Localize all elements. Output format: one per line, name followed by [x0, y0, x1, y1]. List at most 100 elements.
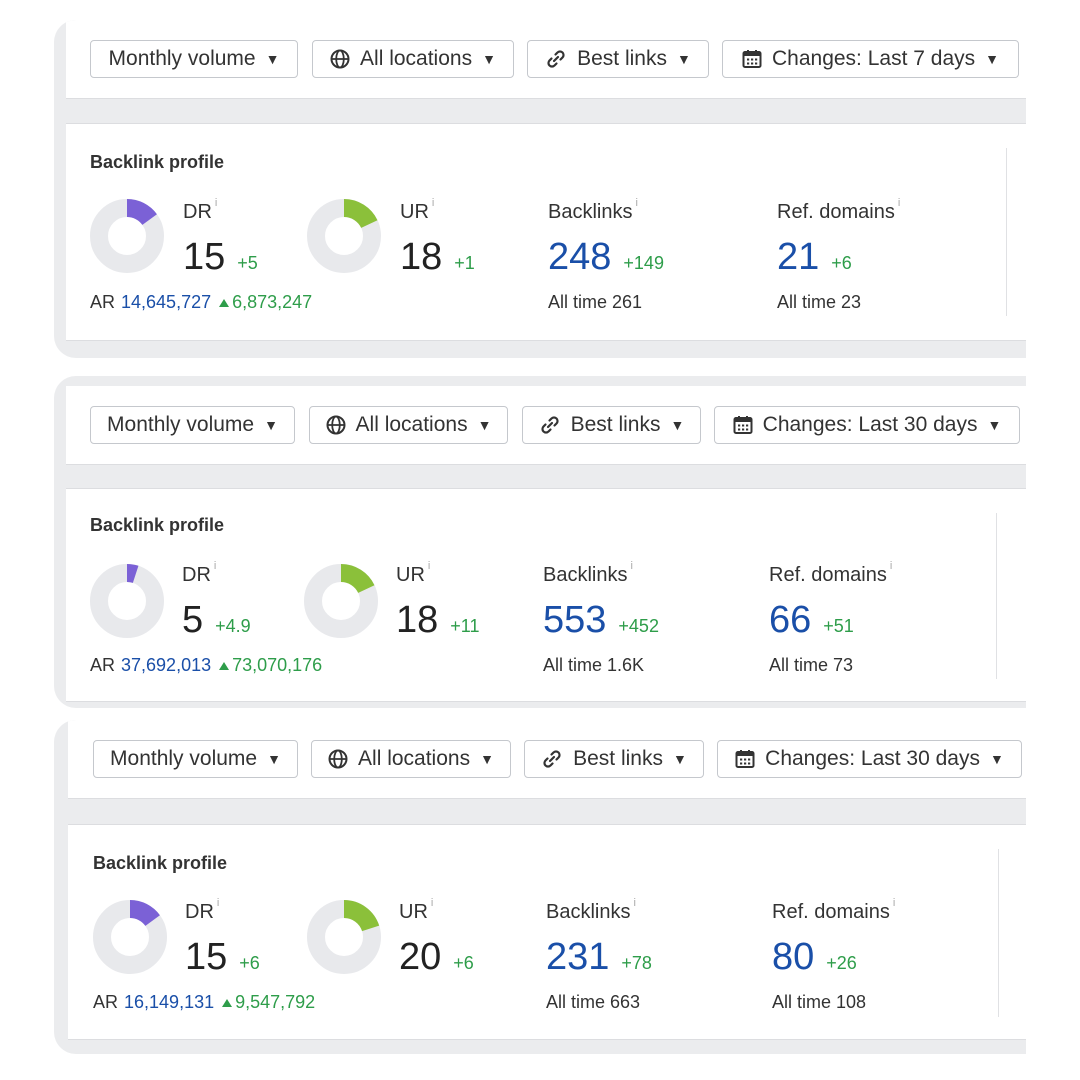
- caret-down-icon: ▼: [989, 751, 1004, 767]
- caret-down-icon: ▼: [477, 417, 492, 433]
- donut-fill-arc: [126, 564, 139, 584]
- info-icon[interactable]: i: [630, 560, 632, 572]
- dr-value: 15: [185, 936, 228, 978]
- best-links-dropdown[interactable]: Best links ▼: [522, 406, 701, 444]
- filter-toolbar: Monthly volume ▼ All locations ▼ Best li…: [66, 20, 1026, 99]
- ar-row: AR 16,149,131 9,547,792: [93, 992, 316, 1012]
- backlinks-value-row: 231 +78: [546, 936, 652, 979]
- monthly-volume-dropdown[interactable]: Monthly volume ▼: [90, 406, 295, 444]
- changes-dropdown[interactable]: Changes: Last 30 days ▼: [714, 406, 1020, 444]
- best-links-dropdown[interactable]: Best links ▼: [524, 740, 704, 778]
- backlinks-value[interactable]: 231: [546, 936, 609, 979]
- refdomains-value-row: 66 +51: [769, 599, 854, 642]
- arrow-up-icon: [222, 999, 233, 1007]
- changes-dropdown[interactable]: Changes: Last 7 days ▼: [722, 40, 1019, 78]
- caret-down-icon: ▼: [677, 51, 691, 67]
- refdomains-label: Ref. domains i: [772, 897, 896, 923]
- ar-value[interactable]: 16,149,131: [124, 992, 214, 1012]
- ur-delta: +6: [453, 953, 474, 973]
- report-panel-1: Monthly volume ▼ All locations ▼ Best li…: [54, 20, 1026, 358]
- calendar-icon: [733, 416, 753, 434]
- caret-down-icon: ▼: [673, 751, 687, 767]
- best-links-label: Best links: [577, 47, 667, 70]
- changes-dropdown[interactable]: Changes: Last 30 days ▼: [717, 740, 1022, 778]
- dr-value-row: 15 +5: [183, 236, 258, 279]
- locations-dropdown[interactable]: All locations ▼: [312, 40, 514, 78]
- backlink-profile-card: Backlink profile DR i 15 +6 UR i 20 +6 AR 16,…: [68, 824, 1026, 1040]
- backlinks-delta: +149: [623, 253, 664, 273]
- refdomains-delta: +51: [823, 616, 854, 636]
- changes-label: Changes: Last 30 days: [765, 747, 980, 770]
- backlink-profile-card: Backlink profile DR i 15 +5 UR i 18 +1 AR 14,…: [66, 123, 1026, 341]
- caret-down-icon: ▼: [987, 417, 1002, 433]
- link-icon: [547, 50, 565, 68]
- refdomains-value[interactable]: 80: [772, 936, 814, 979]
- dr-label: DR i: [185, 897, 220, 923]
- dr-value: 5: [182, 599, 204, 641]
- filter-toolbar: Monthly volume ▼ All locations ▼ Best li…: [66, 386, 1026, 465]
- globe-icon: [326, 415, 346, 435]
- refdomains-alltime: All time 23: [777, 292, 862, 312]
- arrow-up-icon: [219, 299, 230, 307]
- best-links-dropdown[interactable]: Best links ▼: [527, 40, 709, 78]
- info-icon[interactable]: i: [898, 197, 900, 209]
- dr-donut-chart: [90, 564, 164, 638]
- info-icon[interactable]: i: [633, 897, 635, 909]
- caret-down-icon: ▼: [267, 751, 281, 767]
- info-icon[interactable]: i: [215, 197, 217, 209]
- ur-value: 20: [399, 936, 442, 978]
- locations-label: All locations: [355, 413, 468, 436]
- monthly-volume-label: Monthly volume: [107, 413, 255, 436]
- backlinks-alltime: All time 1.6K: [543, 655, 645, 675]
- ar-value[interactable]: 14,645,727: [121, 292, 211, 312]
- refdomains-value[interactable]: 66: [769, 599, 811, 642]
- info-icon[interactable]: i: [432, 197, 434, 209]
- locations-label: All locations: [358, 747, 471, 770]
- ur-donut-chart: [307, 199, 381, 273]
- dr-value: 15: [183, 236, 226, 278]
- backlinks-delta: +78: [621, 953, 652, 973]
- backlinks-alltime: All time 261: [548, 292, 643, 312]
- backlinks-value[interactable]: 553: [543, 599, 606, 642]
- backlinks-value[interactable]: 248: [548, 236, 611, 279]
- info-icon[interactable]: i: [428, 560, 430, 572]
- info-icon[interactable]: i: [890, 560, 892, 572]
- refdomains-label: Ref. domains i: [769, 560, 893, 586]
- locations-dropdown[interactable]: All locations ▼: [311, 740, 511, 778]
- caret-down-icon: ▼: [480, 751, 494, 767]
- info-icon[interactable]: i: [431, 897, 433, 909]
- monthly-volume-dropdown[interactable]: Monthly volume ▼: [93, 740, 298, 778]
- backlinks-label: Backlinks i: [548, 197, 638, 223]
- donut-fill-arc: [343, 199, 378, 229]
- dr-label: DR i: [183, 197, 218, 223]
- refdomains-value[interactable]: 21: [777, 236, 819, 279]
- locations-dropdown[interactable]: All locations ▼: [309, 406, 508, 444]
- best-links-label: Best links: [570, 413, 661, 436]
- refdomains-delta: +26: [826, 953, 857, 973]
- refdomains-delta: +6: [831, 253, 852, 273]
- donut-fill-arc: [129, 900, 160, 927]
- refdomains-alltime: All time 73: [769, 655, 854, 675]
- globe-icon: [330, 49, 350, 69]
- link-icon: [543, 750, 561, 768]
- info-icon[interactable]: i: [635, 197, 637, 209]
- backlink-profile-title: Backlink profile: [90, 515, 225, 535]
- ur-value: 18: [396, 599, 439, 641]
- donut-fill-arc: [126, 199, 157, 226]
- dr-delta: +6: [239, 953, 260, 973]
- report-panel-3: Monthly volume ▼ All locations ▼ Best li…: [54, 720, 1026, 1054]
- refdomains-alltime: All time 108: [772, 992, 867, 1012]
- backlinks-label: Backlinks i: [543, 560, 633, 586]
- dr-donut-chart: [90, 199, 164, 273]
- info-icon[interactable]: i: [893, 897, 895, 909]
- monthly-volume-dropdown[interactable]: Monthly volume ▼: [90, 40, 298, 78]
- dr-value-row: 15 +6: [185, 936, 260, 979]
- dr-delta: +5: [237, 253, 258, 273]
- donut-fill-arc: [340, 564, 375, 594]
- ar-value[interactable]: 37,692,013: [121, 655, 211, 675]
- info-icon[interactable]: i: [217, 897, 219, 909]
- backlink-profile-title: Backlink profile: [90, 152, 225, 172]
- donut-fill-arc: [343, 900, 380, 932]
- info-icon[interactable]: i: [214, 560, 216, 572]
- best-links-label: Best links: [573, 747, 663, 770]
